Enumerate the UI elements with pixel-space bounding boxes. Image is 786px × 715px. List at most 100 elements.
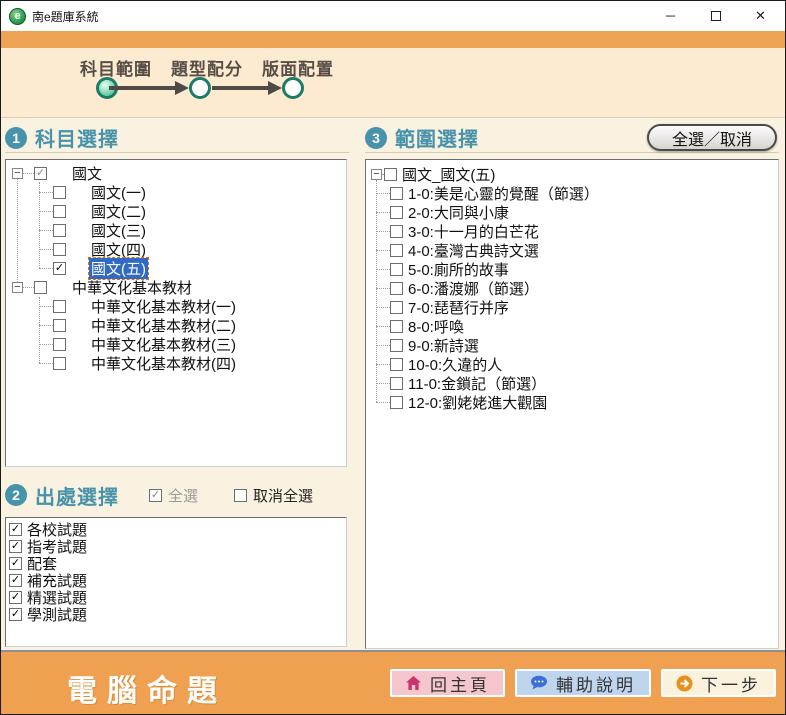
checkbox[interactable]	[53, 319, 66, 332]
checkbox[interactable]	[390, 301, 403, 314]
checkbox[interactable]	[53, 205, 66, 218]
select-all-checkbox[interactable]: ✓	[149, 489, 162, 502]
checkbox[interactable]	[53, 338, 66, 351]
tree-connector-line	[376, 307, 390, 308]
checkbox[interactable]	[390, 339, 403, 352]
checkbox[interactable]	[390, 358, 403, 371]
tree-connector-line	[39, 306, 53, 307]
checkbox[interactable]: ✓	[34, 167, 47, 180]
tree-item-label[interactable]: 中華文化基本教材(四)	[89, 353, 238, 374]
checkbox[interactable]	[390, 263, 403, 276]
tree-connector-line	[23, 173, 34, 174]
expand-toggle-icon[interactable]: −	[371, 169, 382, 180]
tree-item-label[interactable]: 中華文化基本教材(二)	[89, 315, 238, 336]
tree-item: 中華文化基本教材(四)	[39, 354, 346, 373]
app-logo-icon: e	[9, 8, 26, 25]
tree-item-label[interactable]: 6-0:潘渡娜（節選）	[406, 278, 541, 299]
tree-item-label[interactable]: 1-0:美是心靈的覺醒（節選）	[406, 183, 601, 204]
tree-item-label[interactable]: 9-0:新詩選	[406, 335, 481, 356]
tree-item: 7-0:琵琶行并序	[376, 298, 778, 317]
deselect-all-checkbox-group[interactable]: 取消全選	[234, 485, 313, 506]
checkbox[interactable]: ✓	[9, 574, 22, 587]
tree-item-label[interactable]: 中華文化基本教材	[70, 277, 194, 298]
tree-connector-line	[376, 231, 390, 232]
checkbox[interactable]	[384, 168, 397, 181]
checkbox[interactable]	[390, 244, 403, 257]
tree-item-label[interactable]: 國文(三)	[89, 220, 148, 241]
checkbox[interactable]	[390, 396, 403, 409]
expand-toggle-icon[interactable]: −	[12, 168, 23, 179]
window-title: 南e題庫系統	[32, 8, 99, 25]
home-button[interactable]: 回主頁	[390, 669, 505, 697]
step-arrow-icon	[268, 81, 282, 95]
footer-bar: 電腦命題 回主頁 輔助說明 下一步	[1, 650, 785, 715]
tree-item: 4-0:臺灣古典詩文選	[376, 241, 778, 260]
step-label-question-allocation: 題型配分	[171, 55, 243, 80]
checkbox[interactable]: ✓	[9, 591, 22, 604]
tree-item: 國文(一)	[39, 183, 346, 202]
tree-item: − 中華文化基本教材	[6, 278, 346, 297]
maximize-button[interactable]	[693, 1, 738, 30]
checkbox[interactable]: ✓	[53, 262, 66, 275]
tree-connector-line	[376, 193, 390, 194]
tree-connector-line	[376, 250, 390, 251]
checkbox[interactable]	[390, 206, 403, 219]
tree-connector-line	[39, 268, 53, 269]
tree-item-label[interactable]: 國文	[70, 163, 104, 184]
tree-item: 國文(四)	[39, 240, 346, 259]
tree-item-label[interactable]: 12-0:劉姥姥進大觀園	[406, 392, 549, 413]
deselect-all-checkbox[interactable]	[234, 489, 247, 502]
list-item-label[interactable]: 學測試題	[27, 604, 87, 625]
tree-item-label[interactable]: 11-0:金鎖記（節選）	[406, 373, 548, 394]
minimize-button[interactable]: ─	[648, 1, 693, 30]
expand-toggle-icon[interactable]: −	[12, 282, 23, 293]
tree-item-label[interactable]: 中華文化基本教材(三)	[89, 334, 238, 355]
tree-item: −✓ 國文	[6, 164, 346, 183]
tree-item-label[interactable]: 國文(四)	[89, 239, 148, 260]
tree-item: 國文(二)	[39, 202, 346, 221]
tree-item-label[interactable]: 中華文化基本教材(一)	[89, 296, 238, 317]
section-title: 範圍選擇	[395, 123, 479, 152]
close-button[interactable]: ✕	[738, 1, 783, 30]
tree-item-label[interactable]: 8-0:呼喚	[406, 316, 466, 337]
checkbox[interactable]	[390, 225, 403, 238]
tree-item-label[interactable]: 2-0:大同與小康	[406, 202, 511, 223]
checkbox[interactable]	[390, 377, 403, 390]
tree-item-label[interactable]: 國文_國文(五)	[400, 164, 497, 185]
checkbox[interactable]	[53, 224, 66, 237]
tree-item: 國文(三)	[39, 221, 346, 240]
section-title: 科目選擇	[35, 123, 119, 152]
tab-gap	[66, 211, 89, 212]
checkbox[interactable]	[390, 187, 403, 200]
tree-item-label[interactable]: 5-0:廁所的故事	[406, 259, 511, 280]
tree-item-label[interactable]: 國文(五)	[89, 258, 148, 279]
section-title: 出處選擇	[35, 481, 119, 510]
toggle-all-button[interactable]: 全選／取消	[647, 124, 777, 151]
checkbox[interactable]	[34, 281, 47, 294]
checkbox[interactable]	[390, 282, 403, 295]
checkbox[interactable]	[53, 300, 66, 313]
help-button[interactable]: 輔助說明	[515, 669, 651, 697]
tree-item-label[interactable]: 10-0:久違的人	[406, 354, 504, 375]
checkbox[interactable]	[53, 186, 66, 199]
checkbox[interactable]: ✓	[9, 540, 22, 553]
checkbox[interactable]: ✓	[9, 557, 22, 570]
tab-gap	[66, 268, 89, 269]
app-window: e 南e題庫系統 ─ ✕ 科目範圍 題型配分 版面配置 1 科目選擇 −✓國文國…	[0, 0, 786, 715]
next-step-button[interactable]: 下一步	[661, 669, 776, 697]
checkbox[interactable]	[53, 357, 66, 370]
checkbox[interactable]: ✓	[9, 608, 22, 621]
tree-item-label[interactable]: 4-0:臺灣古典詩文選	[406, 240, 541, 261]
subject-section-header: 1 科目選擇	[5, 123, 349, 153]
tree-item-label[interactable]: 7-0:琵琶行并序	[406, 297, 511, 318]
tree-item-label[interactable]: 國文(二)	[89, 201, 148, 222]
step-label-subject-range: 科目範圍	[80, 55, 152, 80]
select-all-checkbox-group[interactable]: ✓ 全選	[149, 485, 198, 506]
tree-item: 中華文化基本教材(一)	[39, 297, 346, 316]
checkbox[interactable]	[390, 320, 403, 333]
checkbox[interactable]	[53, 243, 66, 256]
checkbox[interactable]: ✓	[9, 523, 22, 536]
tree-item-label[interactable]: 國文(一)	[89, 182, 148, 203]
tree-item: 中華文化基本教材(三)	[39, 335, 346, 354]
tree-item-label[interactable]: 3-0:十一月的白芒花	[406, 221, 541, 242]
